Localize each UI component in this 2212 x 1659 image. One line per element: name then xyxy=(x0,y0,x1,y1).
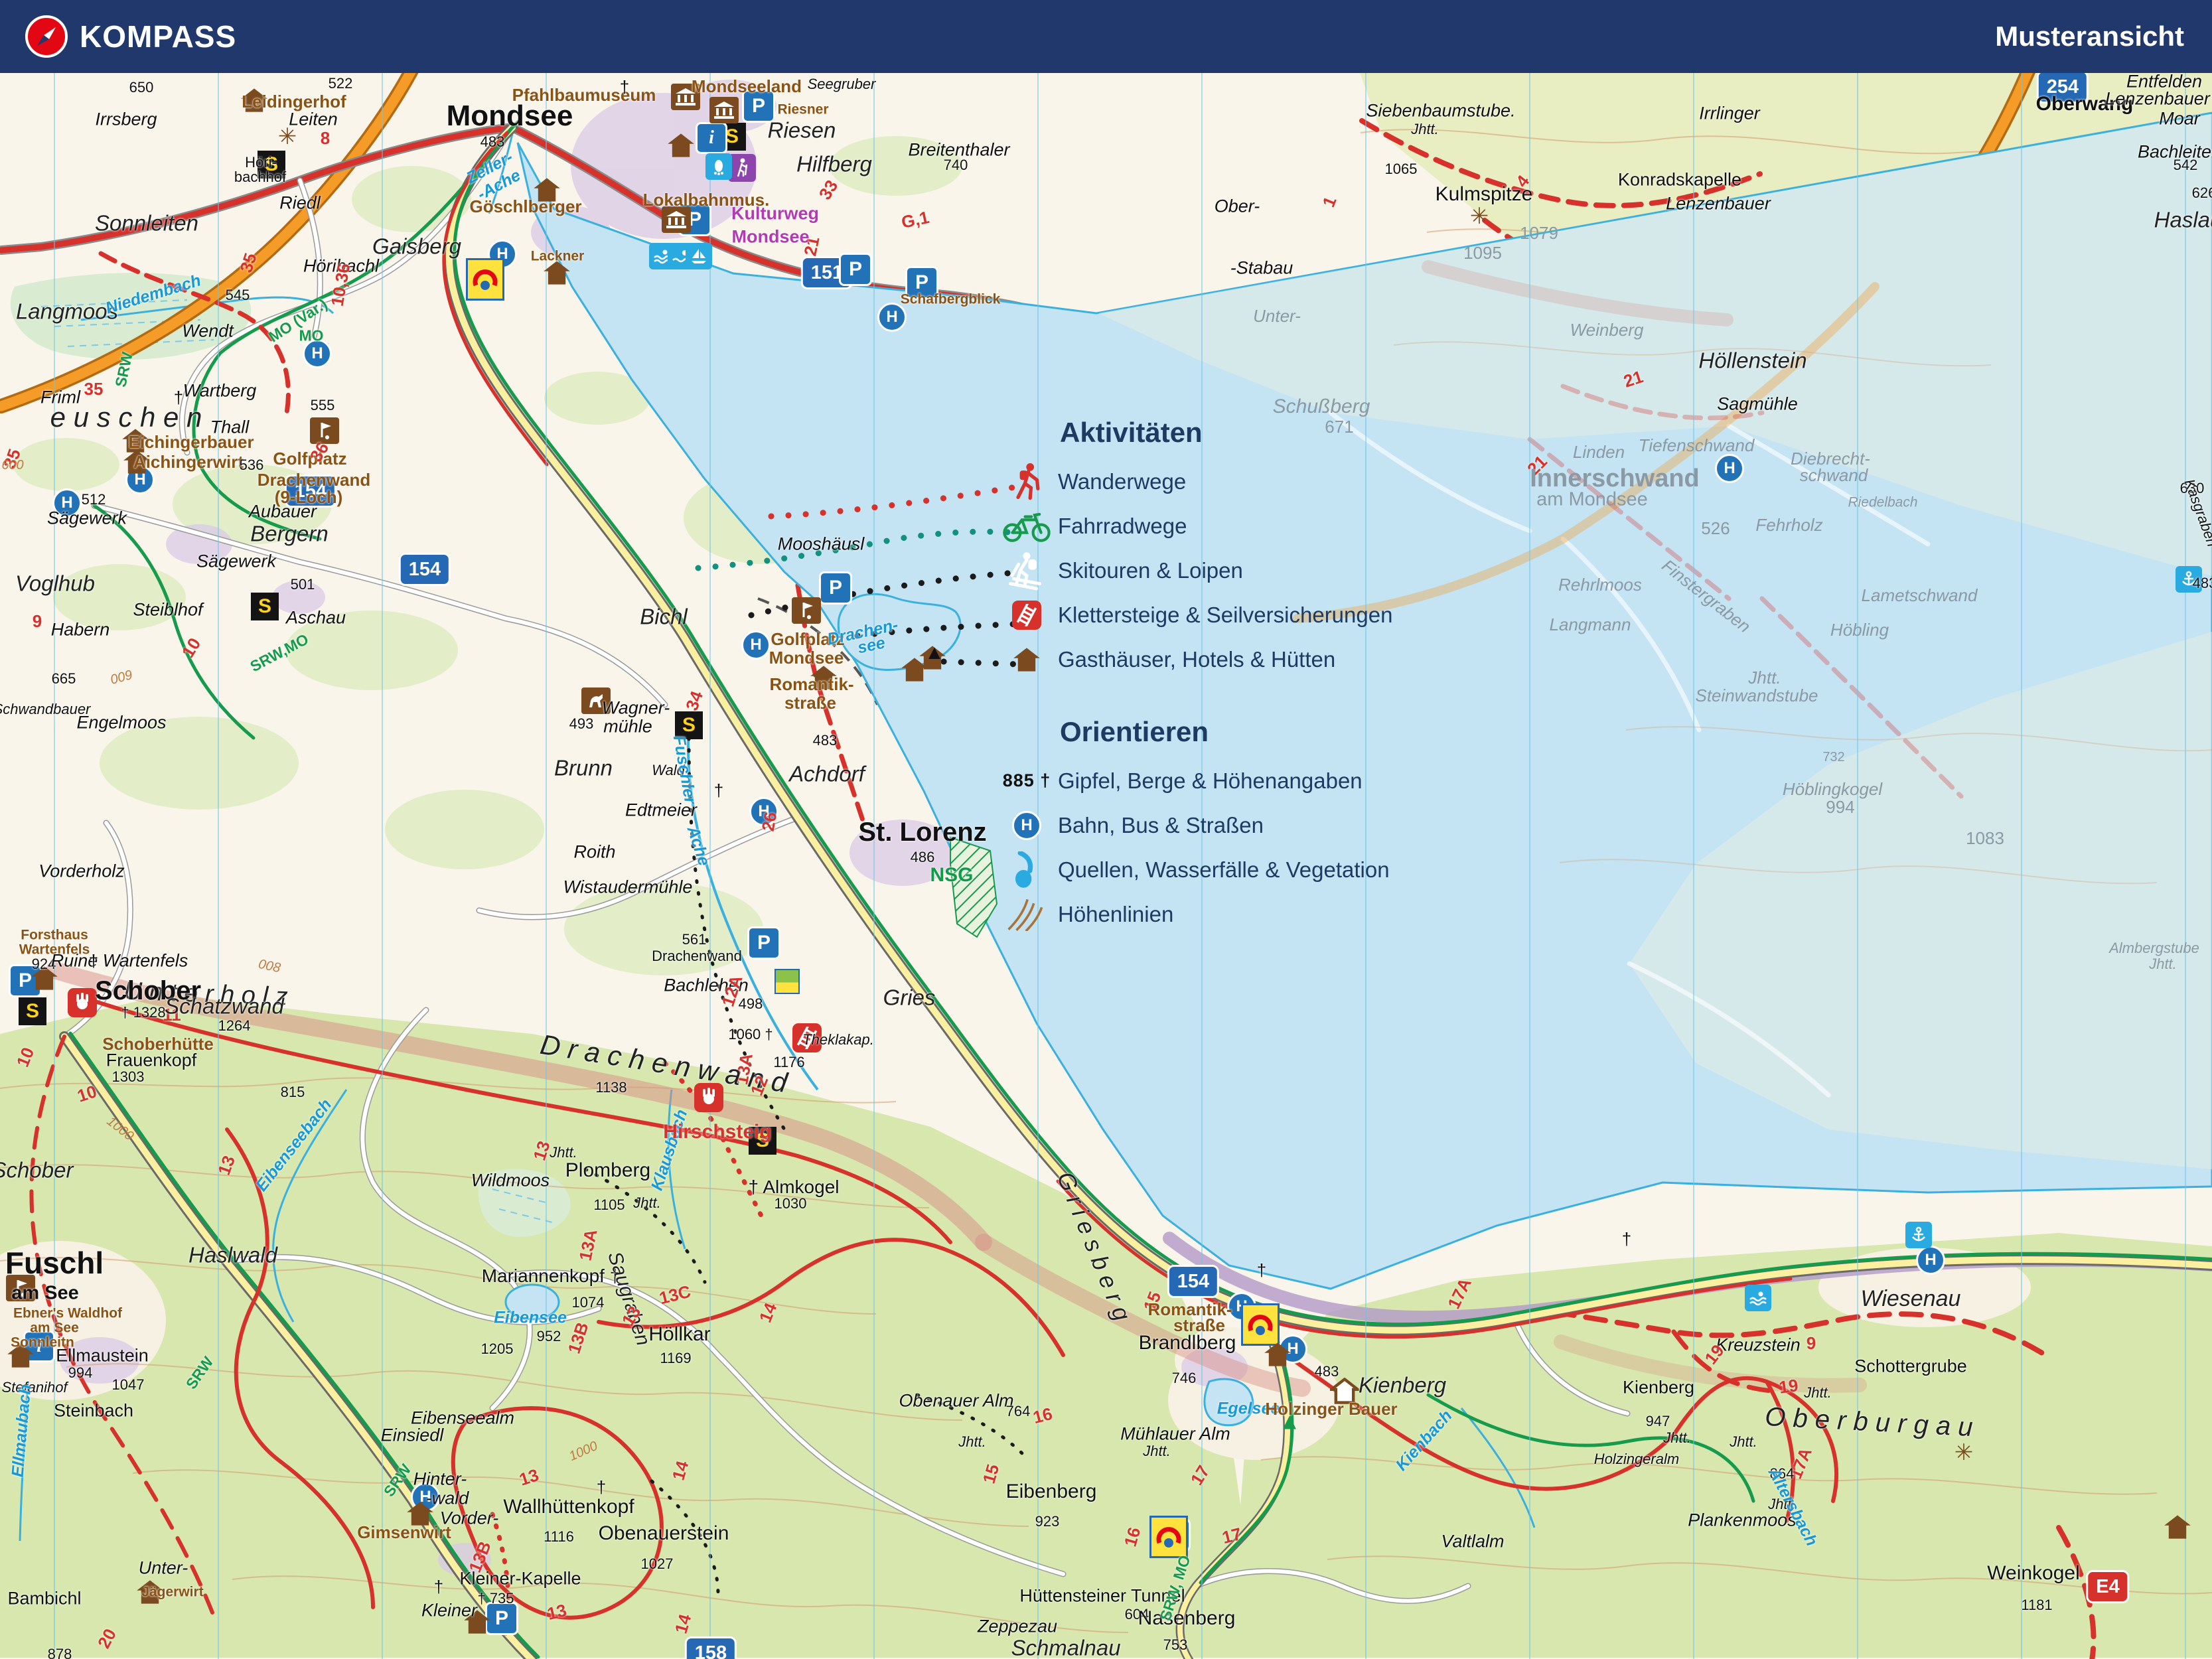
legend-item-label: Klettersteige & Seilversicherungen xyxy=(1058,602,1393,627)
header-bar: KOMPASS Musteransicht xyxy=(0,0,2212,73)
legend-activities-section: Aktivitäten Wanderwege Fahrradwege Skitour… xyxy=(995,417,1540,682)
hiker-icon xyxy=(995,463,1058,501)
legend-item-label: Fahrradwege xyxy=(1058,513,1187,538)
legend-orientation-section: Orientieren 885 † Gipfel, Berge & Höhenan… xyxy=(995,716,1540,936)
legend-item-label: Skitouren & Loipen xyxy=(1058,557,1243,583)
legend-orientation-items: 885 † Gipfel, Berge & Höhenangaben H Bahn, … xyxy=(995,758,1540,936)
contour-icon xyxy=(995,898,1058,931)
page-title: Musteransicht xyxy=(1995,21,2184,52)
kompass-logo-icon xyxy=(25,15,68,58)
legend-activities-title: Aktivitäten xyxy=(1060,417,1203,448)
legend-item-label: Bahn, Bus & Straßen xyxy=(1058,812,1264,837)
bike-icon xyxy=(995,510,1058,542)
legend-item-label: Quellen, Wasserfälle & Vegetation xyxy=(1058,857,1390,882)
legend-item: Skitouren & Loipen xyxy=(995,548,1540,593)
climbing-icon xyxy=(995,600,1058,630)
legend-orientation-title: Orientieren xyxy=(1060,716,1209,747)
kompass-brand: KOMPASS xyxy=(25,15,236,58)
legend-item: Klettersteige & Seilversicherungen xyxy=(995,593,1540,637)
map-canvas: 154 154 154 151 254 158 E4 P P P P P P P P P S S S S S S H H H H H… xyxy=(0,0,2212,1659)
legend-item-label: Höhenlinien xyxy=(1058,901,1174,926)
legend-item: Fahrradwege xyxy=(995,504,1540,548)
spring-icon xyxy=(995,851,1058,889)
legend-item: Quellen, Wasserfälle & Vegetation xyxy=(995,847,1540,892)
peak-icon: 885 † xyxy=(1002,770,1051,790)
legend-item-label: Wanderwege xyxy=(1058,469,1187,494)
ski-icon xyxy=(995,551,1058,591)
legend-item-label: Gasthäuser, Hotels & Hütten xyxy=(1058,646,1336,672)
kompass-logo-text: KOMPASS xyxy=(80,19,237,54)
kompass-map-sample-view: 154 154 154 151 254 158 E4 P P P P P P P P P S S S S S S H H H H H… xyxy=(0,0,2212,1659)
legend-item: 885 † Gipfel, Berge & Höhenangaben xyxy=(995,758,1540,803)
map-legend: Aktivitäten Wanderwege Fahrradwege Skitour… xyxy=(995,417,1540,936)
legend-item: Höhenlinien xyxy=(995,892,1540,936)
hut-icon xyxy=(995,646,1058,673)
legend-item-label: Gipfel, Berge & Höhenangaben xyxy=(1058,768,1363,793)
legend-item: Wanderwege xyxy=(995,459,1540,504)
legend-activities-items: Wanderwege Fahrradwege Skitouren & Loipen K… xyxy=(995,459,1540,682)
bus-stop-icon: H xyxy=(995,810,1058,840)
legend-item: Gasthäuser, Hotels & Hütten xyxy=(995,637,1540,682)
legend-item: H Bahn, Bus & Straßen xyxy=(995,803,1540,847)
